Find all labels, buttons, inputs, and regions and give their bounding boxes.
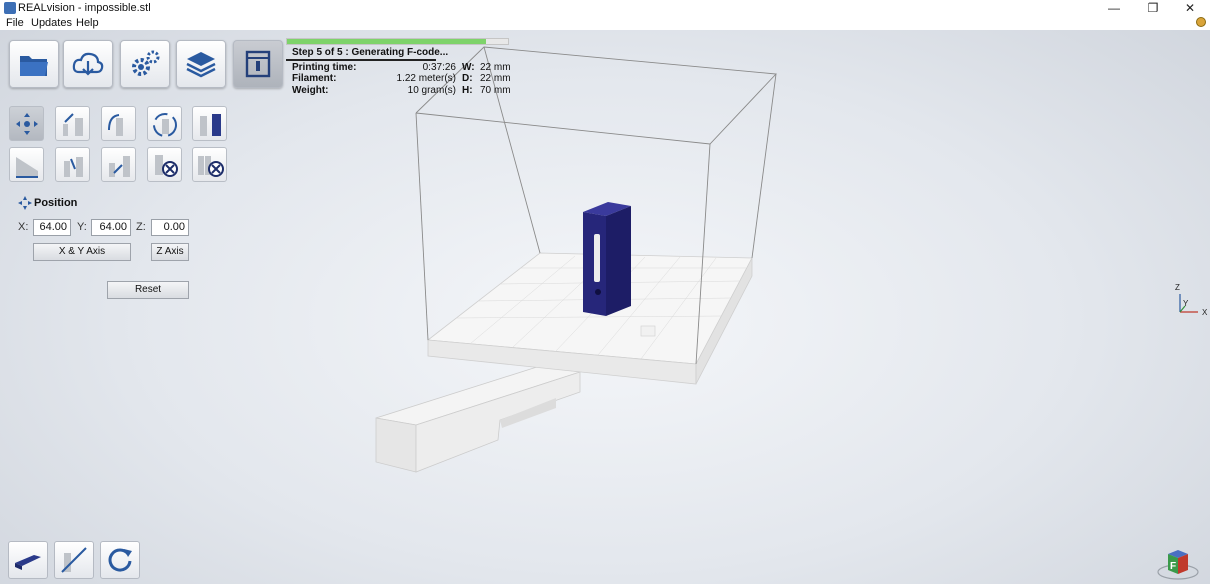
- 3d-model[interactable]: [583, 202, 631, 316]
- z-label: Z:: [136, 221, 146, 233]
- y-label: Y:: [77, 221, 87, 233]
- support-tool-button[interactable]: [54, 541, 94, 579]
- progress-fill: [287, 39, 486, 44]
- refresh-icon: [108, 548, 132, 572]
- printing-time-value: 0:37:26: [422, 62, 456, 73]
- arrange-icon: [109, 156, 130, 177]
- axis-gizmo: Z Y X: [1175, 283, 1208, 317]
- x-position-input[interactable]: 64.00: [33, 219, 71, 236]
- axis-z-label: Z: [1175, 283, 1180, 292]
- cloud-download-button[interactable]: [63, 40, 113, 88]
- scale-tool-button[interactable]: [55, 106, 90, 141]
- drop-to-plate-button[interactable]: [55, 147, 90, 182]
- printing-time-label: Printing time:: [292, 62, 357, 73]
- plate-part: [640, 325, 656, 337]
- delete-model-button[interactable]: [147, 147, 182, 182]
- height-label: H:: [462, 85, 473, 96]
- weight-value: 10 gram(s): [407, 85, 456, 96]
- rotate-around-icon: [153, 113, 177, 137]
- depth-label: D:: [462, 73, 473, 84]
- xy-axis-button[interactable]: X & Y Axis: [33, 243, 131, 261]
- print-bed-icon: [15, 555, 41, 570]
- axis-x-label: X: [1202, 308, 1208, 317]
- x-label: X:: [18, 221, 29, 233]
- delete-all-icon: [198, 156, 224, 177]
- weight-label: Weight:: [292, 85, 329, 96]
- settings-button[interactable]: [120, 40, 170, 88]
- filament-value: 1.22 meter(s): [396, 73, 456, 84]
- navigation-cube[interactable]: F: [1156, 542, 1200, 582]
- lay-flat-icon: [16, 157, 38, 178]
- gears-icon: [132, 50, 160, 76]
- rotate-around-button[interactable]: [147, 106, 182, 141]
- position-title: Position: [34, 197, 78, 209]
- height-value: 70 mm: [480, 85, 511, 96]
- y-position-input[interactable]: 64.00: [91, 219, 131, 236]
- move-arrows-icon: [16, 113, 38, 135]
- refresh-view-button[interactable]: [100, 541, 140, 579]
- drop-icon: [64, 157, 83, 177]
- folder-icon: [20, 56, 48, 76]
- nav-cube-face-label: F: [1170, 561, 1176, 572]
- support-icon: [61, 547, 87, 573]
- mirror-icon: [200, 114, 221, 136]
- filament-label: Filament:: [292, 73, 337, 84]
- open-file-button[interactable]: [9, 40, 59, 88]
- delete-icon: [155, 155, 178, 177]
- progress-step-text: Step 5 of 5 : Generating F-code...: [292, 47, 449, 58]
- step-underline: [286, 59, 436, 61]
- position-move-icon: [18, 196, 32, 210]
- width-label: W:: [462, 62, 475, 73]
- printer-icon: [245, 50, 271, 78]
- move-tool-button[interactable]: [9, 106, 44, 141]
- print-bed-view-button[interactable]: [8, 541, 48, 579]
- lay-flat-button[interactable]: [9, 147, 44, 182]
- width-value: 22 mm: [480, 62, 511, 73]
- axis-y-label: Y: [1183, 299, 1189, 308]
- base-block: [375, 365, 581, 473]
- rotate-chess-icon: [108, 114, 123, 136]
- progress-bar: [286, 38, 509, 45]
- depth-value: 22 mm: [480, 73, 511, 84]
- layers-button[interactable]: [176, 40, 226, 88]
- layers-icon: [186, 52, 216, 78]
- print-button[interactable]: [233, 40, 283, 88]
- scale-chess-icon: [63, 113, 83, 136]
- mirror-tool-button[interactable]: [192, 106, 227, 141]
- reset-button[interactable]: Reset: [107, 281, 189, 299]
- arrange-button[interactable]: [101, 147, 136, 182]
- z-position-input[interactable]: 0.00: [151, 219, 189, 236]
- cloud-download-icon: [72, 52, 104, 76]
- z-axis-button[interactable]: Z Axis: [151, 243, 189, 261]
- delete-all-button[interactable]: [192, 147, 227, 182]
- rotate-tool-button[interactable]: [101, 106, 136, 141]
